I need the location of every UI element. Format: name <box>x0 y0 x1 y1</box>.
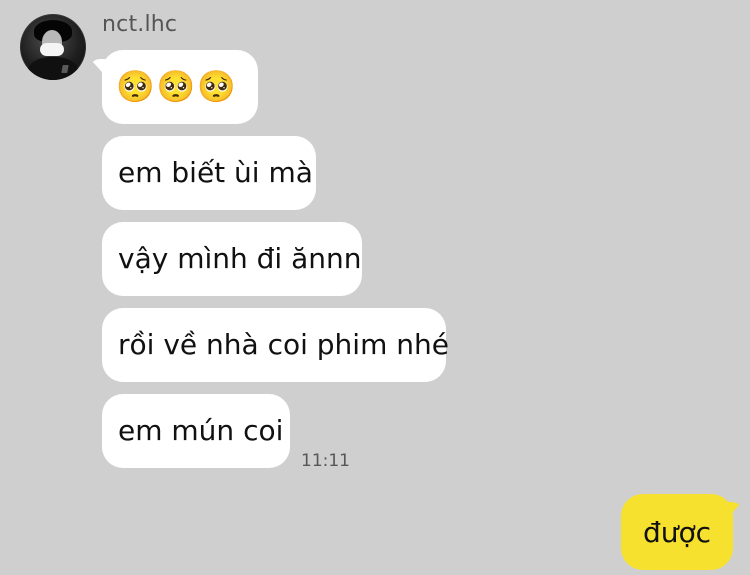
outgoing-message-bubble[interactable]: được <box>621 494 733 570</box>
message-bubble-2[interactable]: vậy mình đi ănnn <box>102 222 362 296</box>
message-time: 11:11 <box>301 451 350 471</box>
message-bubble-4[interactable]: em mún coi <box>102 394 290 468</box>
message-bubble-1[interactable]: em biết ùi mà <box>102 136 316 210</box>
avatar[interactable] <box>20 14 86 80</box>
avatar-mask <box>40 43 64 56</box>
avatar-shirt <box>28 57 78 80</box>
message-bubble-emoji[interactable]: 🥺🥺🥺 <box>102 50 258 124</box>
message-bubble-3[interactable]: rồi về nhà coi phim nhé <box>102 308 449 382</box>
sender-username: nct.lhc <box>102 12 178 37</box>
